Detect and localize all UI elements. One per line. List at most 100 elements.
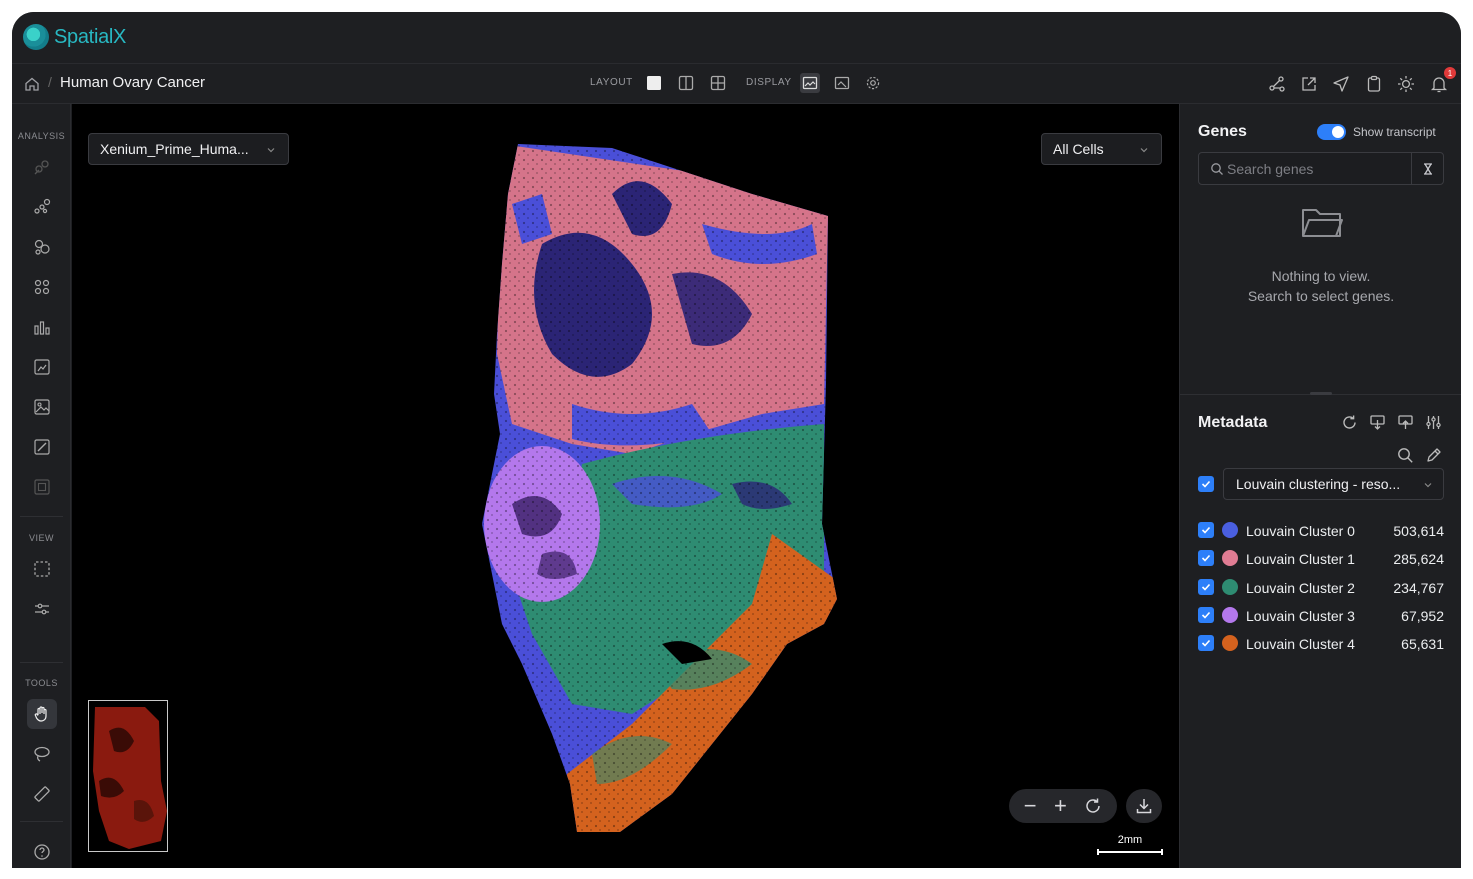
panel-resize-handle[interactable] (1310, 392, 1332, 395)
view-section-label: VIEW (28, 533, 54, 543)
split-pane-icon (678, 75, 694, 91)
gene-list-icon[interactable] (1421, 162, 1435, 176)
scale-bar-label: 2mm (1117, 834, 1143, 846)
sliders-icon (35, 603, 49, 615)
cluster-row[interactable]: Louvain Cluster 4 65,631 (1198, 634, 1444, 654)
cluster-color-swatch[interactable] (1222, 522, 1238, 538)
image-frame-icon (34, 359, 50, 375)
cluster-icon (34, 239, 50, 255)
display-image-button[interactable] (800, 73, 820, 93)
analysis-tool-2[interactable] (27, 192, 57, 222)
analysis-tool-4[interactable] (27, 272, 57, 302)
cluster-row[interactable]: Louvain Cluster 0 503,614 (1198, 521, 1444, 541)
layout-single-button[interactable] (644, 73, 664, 93)
reset-view-icon[interactable] (1084, 797, 1102, 815)
share-network-button[interactable] (1266, 73, 1288, 95)
pan-tool-button[interactable] (27, 699, 57, 729)
cluster-color-swatch[interactable] (1222, 635, 1238, 652)
analysis-tool-5[interactable] (27, 312, 57, 342)
cluster-color-swatch[interactable] (1222, 606, 1238, 623)
cells-filter-select[interactable]: All Cells (1041, 133, 1162, 165)
dataset-select[interactable]: Xenium_Prime_Huma... (88, 133, 289, 165)
cluster-checkbox[interactable] (1198, 522, 1214, 538)
cluster-name: Louvain Cluster 1 (1246, 551, 1355, 568)
minimap-thumbnail (93, 707, 167, 849)
metadata-edit-button[interactable] (1422, 444, 1444, 466)
gene-search-input[interactable] (1227, 159, 1407, 179)
metadata-upload-button[interactable] (1394, 411, 1416, 433)
cluster-checkbox[interactable] (1198, 606, 1214, 623)
analysis-tool-8[interactable] (27, 432, 57, 462)
edit-frame-icon (34, 439, 50, 455)
cell-type-icon (34, 279, 50, 295)
analysis-tool-3[interactable] (27, 232, 57, 262)
metadata-title: Metadata (1198, 414, 1268, 431)
sliders-vertical-icon (1425, 415, 1441, 429)
zoom-in-button[interactable]: + (1054, 795, 1067, 817)
ruler-tool-button[interactable] (27, 779, 57, 809)
cluster-color-swatch[interactable] (1222, 550, 1238, 567)
metadata-search-button[interactable] (1394, 444, 1416, 466)
download-image-button[interactable] (1126, 789, 1162, 823)
notification-badge: 1 (1444, 67, 1456, 79)
home-icon[interactable] (24, 76, 40, 92)
download-box-icon (1369, 414, 1385, 430)
zoom-controls: − + (1009, 789, 1117, 823)
download-icon (1136, 799, 1152, 814)
right-panel: Genes Show transcript Nothing to view. S… (1179, 104, 1461, 868)
cluster-row[interactable]: Louvain Cluster 3 67,952 (1198, 606, 1444, 626)
cluster-row[interactable]: Louvain Cluster 1 285,624 (1198, 549, 1444, 569)
metadata-settings-button[interactable] (1422, 411, 1444, 433)
analysis-tool-7[interactable] (27, 392, 57, 422)
metadata-refresh-button[interactable] (1338, 411, 1360, 433)
open-external-button[interactable] (1298, 73, 1320, 95)
layout-split-button[interactable] (676, 73, 696, 93)
metadata-field-select[interactable]: Louvain clustering - reso... (1223, 468, 1444, 500)
cells-filter-value: All Cells (1053, 141, 1104, 157)
show-transcript-toggle[interactable] (1317, 124, 1346, 140)
cluster-checkbox[interactable] (1198, 635, 1214, 652)
cell-analysis-icon (34, 160, 49, 175)
lasso-tool-button[interactable] (27, 739, 57, 769)
zoom-out-button[interactable]: − (1024, 795, 1037, 817)
top-toolbar: / Human Ovary Cancer LAYOUT DISPLAY 1 (12, 64, 1461, 104)
metadata-download-button[interactable] (1366, 411, 1388, 433)
analysis-tool-1[interactable] (27, 152, 57, 182)
show-transcript-label: Show transcript (1353, 125, 1436, 139)
cluster-count: 234,767 (1393, 579, 1444, 596)
send-button[interactable] (1330, 73, 1352, 95)
analysis-tool-9[interactable] (27, 472, 57, 502)
chevron-down-icon (1424, 483, 1432, 488)
analysis-tool-6[interactable] (27, 352, 57, 382)
select-region-button[interactable] (27, 554, 57, 584)
cluster-checkbox[interactable] (1198, 550, 1214, 567)
chevron-down-icon (1140, 148, 1148, 153)
notifications-button[interactable]: 1 (1428, 67, 1456, 95)
cluster-color-swatch[interactable] (1222, 578, 1238, 595)
display-settings-button[interactable] (863, 73, 883, 93)
cluster-row[interactable]: Louvain Cluster 2 234,767 (1198, 578, 1444, 598)
metadata-field-value: Louvain clustering - reso... (1236, 476, 1401, 492)
checkmark-icon (1201, 640, 1211, 647)
app-name: SpatialX (54, 25, 127, 48)
cluster-checkbox[interactable] (1198, 578, 1214, 595)
app-logo[interactable]: SpatialX (23, 24, 126, 50)
cluster-name: Louvain Cluster 0 (1246, 523, 1355, 539)
theme-toggle-button[interactable] (1395, 73, 1417, 95)
share-network-icon (1269, 76, 1285, 92)
clipboard-button[interactable] (1363, 73, 1385, 95)
minimap[interactable] (88, 700, 168, 852)
send-icon (1333, 76, 1349, 92)
external-link-icon (1302, 77, 1316, 91)
select-all-checkbox[interactable] (1198, 476, 1214, 492)
cluster-name: Louvain Cluster 2 (1246, 579, 1355, 596)
help-button[interactable] (27, 837, 57, 867)
view-adjust-button[interactable] (27, 594, 57, 624)
layout-grid-button[interactable] (708, 73, 728, 93)
tissue-image[interactable] (72, 104, 1179, 868)
cluster-count: 285,624 (1393, 551, 1444, 568)
display-overlay-button[interactable] (832, 73, 852, 93)
ruler-icon (34, 786, 50, 802)
tissue-viewer[interactable]: Xenium_Prime_Huma... All Cells − + 2mm (72, 104, 1179, 868)
checkmark-icon (1201, 611, 1211, 619)
